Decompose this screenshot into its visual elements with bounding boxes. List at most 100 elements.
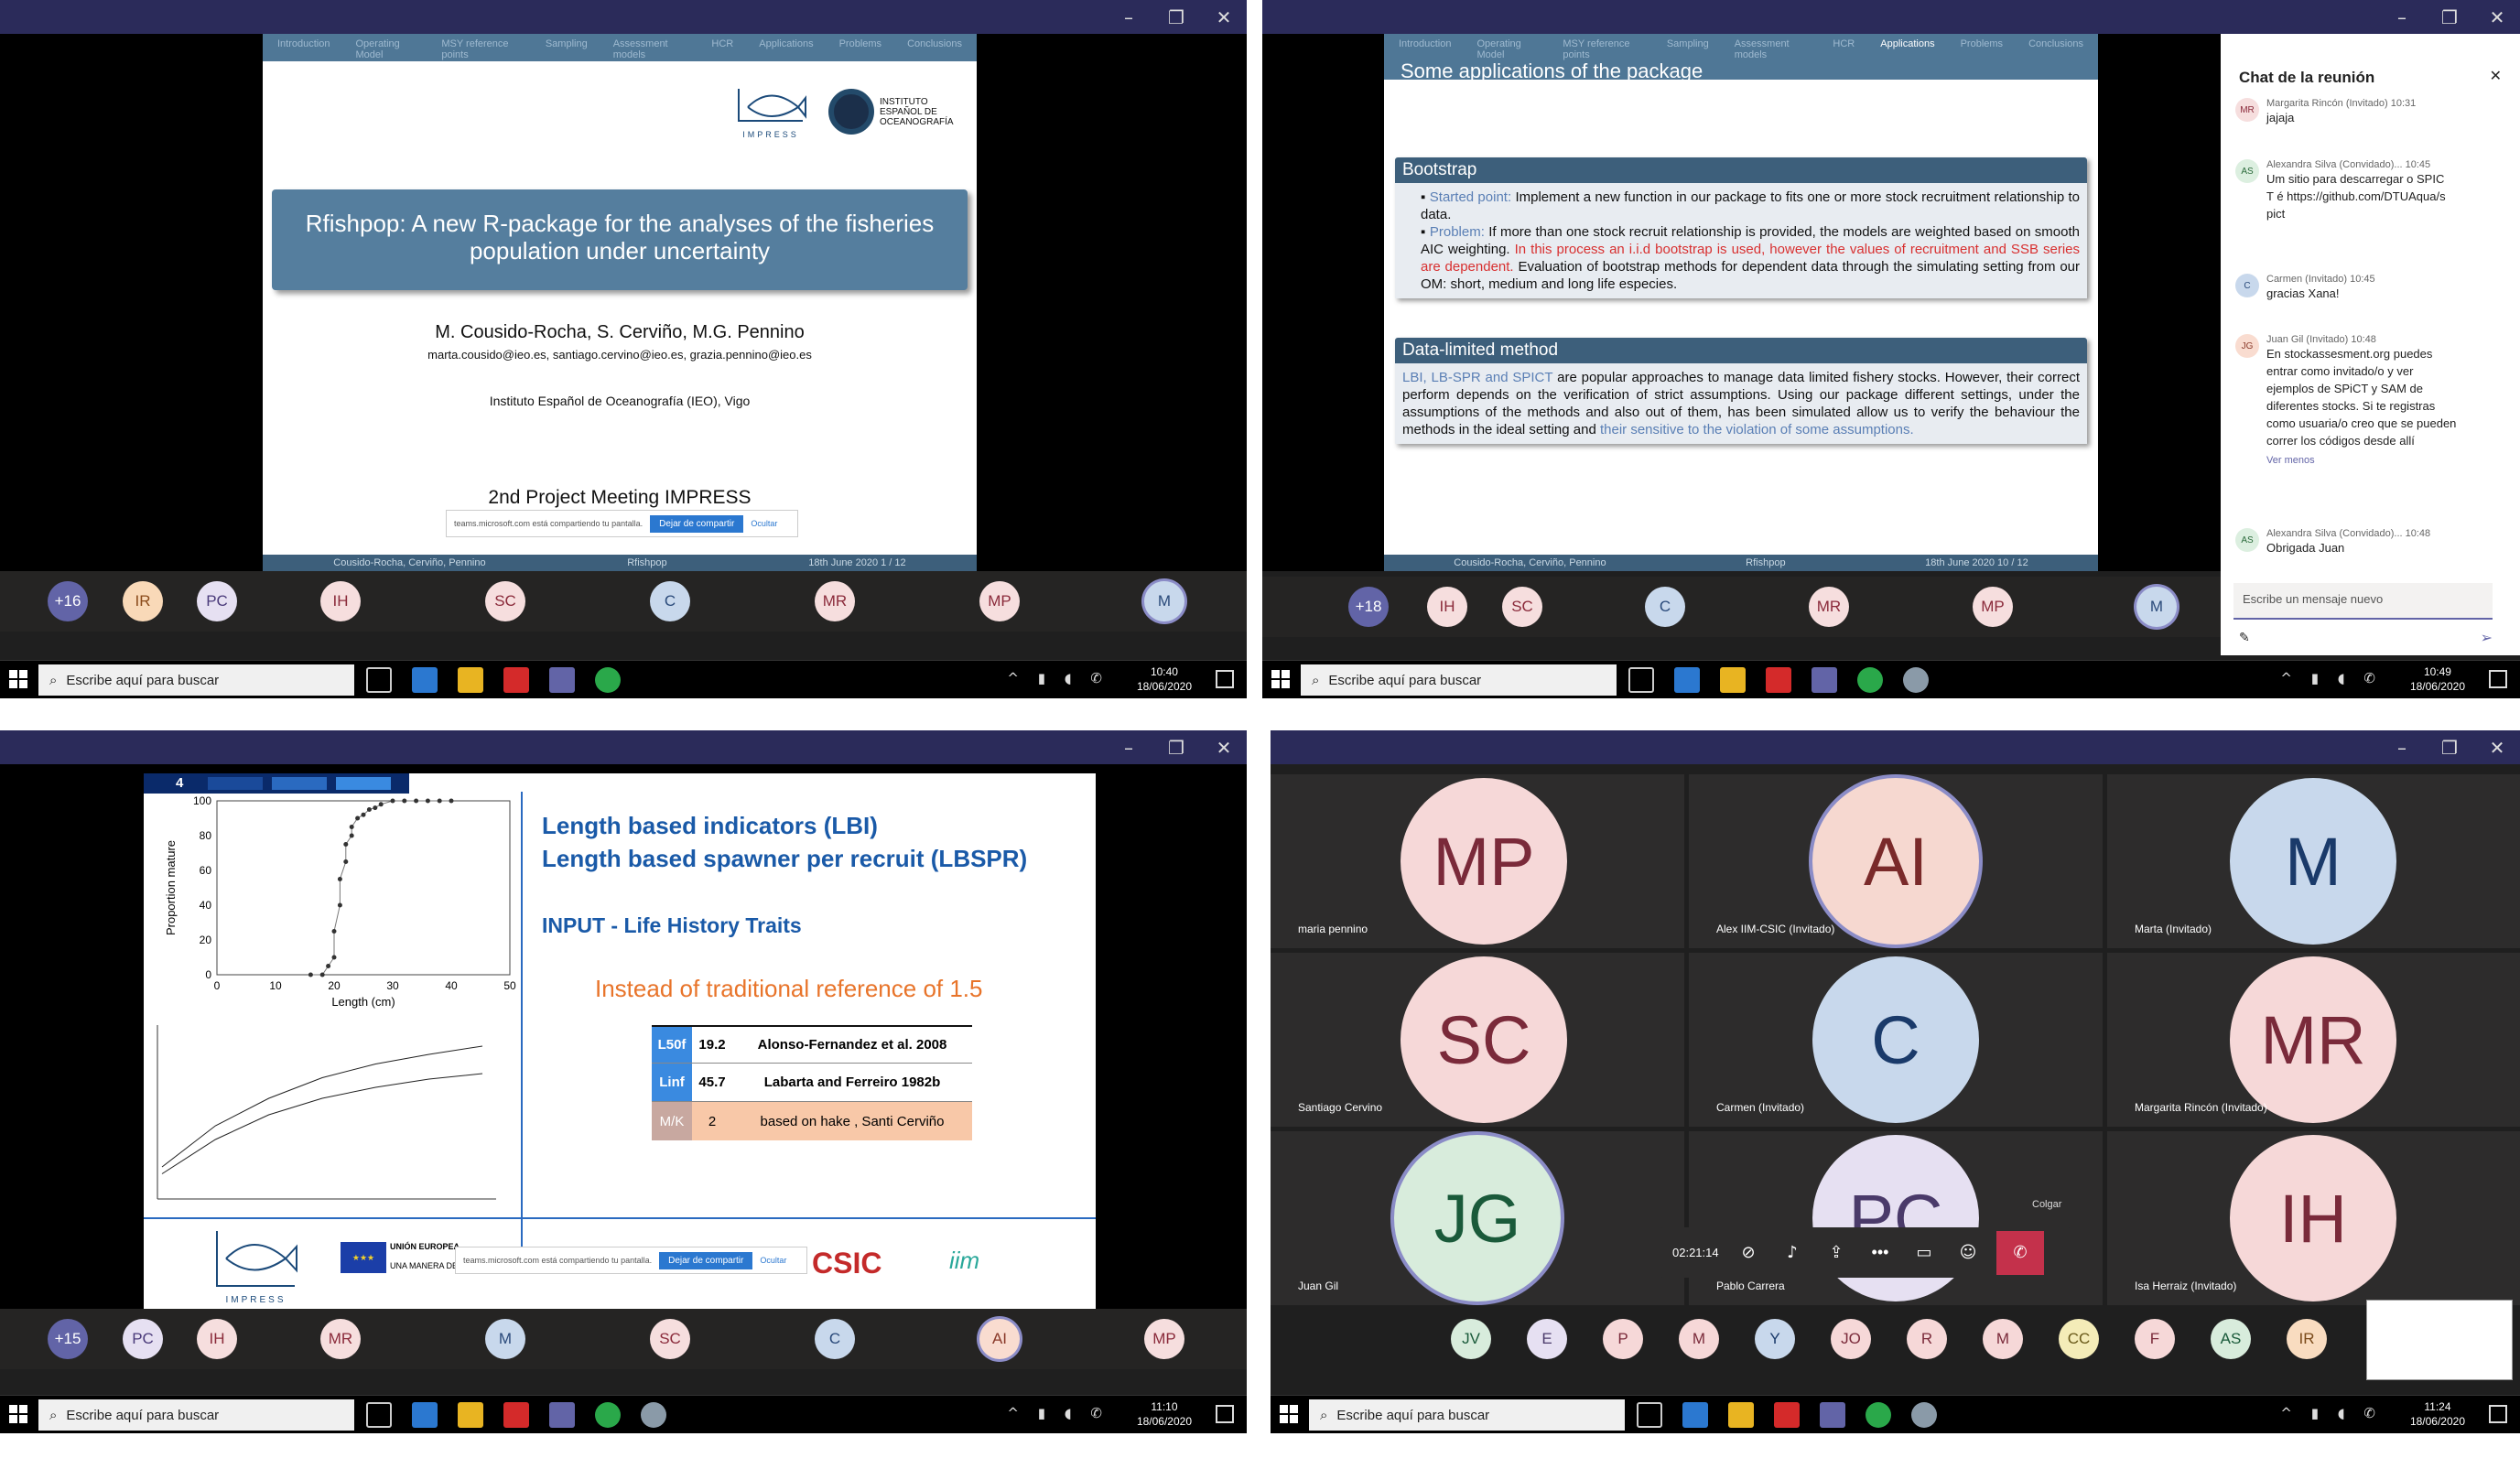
close-icon[interactable]: ✕ — [1208, 6, 1239, 28]
notification-icon[interactable] — [2489, 670, 2507, 688]
participant-tile[interactable]: JG Juan Gil — [1271, 1131, 1684, 1305]
windows-start-icon[interactable] — [1271, 670, 1290, 688]
app-icon[interactable] — [1911, 1402, 1937, 1428]
participant-tile[interactable]: MP maria pennino — [1271, 774, 1684, 948]
participant-tile[interactable]: MR Margarita Rincón (Invitado) — [2107, 953, 2520, 1127]
avatar[interactable]: IR — [123, 581, 163, 621]
pdf-icon[interactable] — [503, 1402, 529, 1428]
avatar[interactable]: CC — [2059, 1319, 2099, 1359]
avatar[interactable]: PC — [197, 581, 237, 621]
camera-off-icon[interactable]: ⊘ — [1733, 1243, 1764, 1262]
avatar[interactable]: F — [2135, 1319, 2175, 1359]
avatar[interactable]: M — [2136, 587, 2177, 627]
see-less-link[interactable]: Ver menos — [2266, 455, 2459, 466]
mic-icon[interactable]: ♪ — [1777, 1243, 1808, 1262]
avatar[interactable]: C — [815, 1319, 855, 1359]
taskview-icon[interactable] — [366, 1402, 392, 1428]
explorer-icon[interactable] — [1728, 1402, 1754, 1428]
avatar[interactable]: R — [1907, 1319, 1947, 1359]
minimize-icon[interactable]: – — [1113, 6, 1144, 28]
windows-start-icon[interactable] — [9, 670, 27, 688]
avatar[interactable]: MP — [979, 581, 1020, 621]
avatar[interactable]: IH — [320, 581, 361, 621]
avatar[interactable]: E — [1527, 1319, 1567, 1359]
avatar[interactable]: JO — [1831, 1319, 1871, 1359]
taskview-icon[interactable] — [1637, 1402, 1662, 1428]
chrome-icon[interactable] — [595, 1402, 621, 1428]
overflow-count[interactable]: +18 — [1348, 587, 1389, 627]
chrome-icon[interactable] — [1866, 1402, 1891, 1428]
minimize-icon[interactable]: – — [2386, 6, 2417, 28]
avatar[interactable]: SC — [485, 581, 525, 621]
avatar[interactable]: M — [1983, 1319, 2023, 1359]
format-icon[interactable]: ✎ — [2239, 631, 2250, 645]
participant-tile[interactable]: C Carmen (Invitado) — [1689, 953, 2103, 1127]
participant-tile[interactable]: PC Pablo Carrera — [1689, 1131, 2103, 1305]
avatar[interactable]: SC — [650, 1319, 690, 1359]
participant-tile[interactable]: IH Isa Herraiz (Invitado) — [2107, 1131, 2520, 1305]
participant-tile[interactable]: SC Santiago Cervino — [1271, 953, 1684, 1127]
avatar[interactable]: PC — [123, 1319, 163, 1359]
avatar[interactable]: IR — [2287, 1319, 2327, 1359]
notification-icon[interactable] — [2489, 1405, 2507, 1423]
avatar[interactable]: Y — [1755, 1319, 1795, 1359]
more-icon[interactable]: ••• — [1865, 1243, 1896, 1262]
taskbar-search[interactable]: ⌕ Escribe aquí para buscar — [1309, 1399, 1625, 1431]
app-icon[interactable] — [641, 1402, 666, 1428]
avatar[interactable]: M — [485, 1319, 525, 1359]
teams-icon[interactable] — [549, 1402, 575, 1428]
avatar[interactable]: MR — [815, 581, 855, 621]
avatar[interactable]: AI — [979, 1319, 1020, 1359]
avatar[interactable]: MP — [1973, 587, 2013, 627]
explorer-icon[interactable] — [1720, 667, 1746, 693]
taskbar-search[interactable]: ⌕ Escribe aquí para buscar — [38, 664, 354, 696]
overflow-count[interactable]: +15 — [48, 1319, 88, 1359]
hide-button[interactable]: Ocultar — [760, 1256, 786, 1265]
maximize-icon[interactable]: ❐ — [1161, 737, 1192, 759]
self-preview[interactable] — [2366, 1300, 2513, 1380]
share-icon[interactable]: ⇪ — [1821, 1243, 1852, 1262]
pdf-icon[interactable] — [503, 667, 529, 693]
avatar[interactable]: P — [1603, 1319, 1643, 1359]
send-icon[interactable]: ➢ — [2481, 629, 2493, 646]
windows-start-icon[interactable] — [9, 1405, 27, 1423]
avatar[interactable]: C — [650, 581, 690, 621]
explorer-icon[interactable] — [458, 667, 483, 693]
hangup-button[interactable]: ✆ — [1996, 1230, 2044, 1275]
hide-button[interactable]: Ocultar — [751, 519, 777, 528]
chrome-icon[interactable] — [1857, 667, 1883, 693]
avatar[interactable]: SC — [1502, 587, 1542, 627]
minimize-icon[interactable]: – — [1113, 737, 1144, 759]
maximize-icon[interactable]: ❐ — [2434, 737, 2465, 759]
taskview-icon[interactable] — [366, 667, 392, 693]
participant-tile[interactable]: M Marta (Invitado) — [2107, 774, 2520, 948]
compose-box[interactable]: Escribe un mensaje nuevo — [2233, 583, 2493, 620]
teams-icon[interactable] — [1820, 1402, 1845, 1428]
taskbar-search[interactable]: ⌕ Escribe aquí para buscar — [1301, 664, 1617, 696]
edge-icon[interactable] — [1682, 1402, 1708, 1428]
stop-sharing-button[interactable]: Dejar de compartir — [659, 1251, 753, 1269]
avatar[interactable]: IH — [197, 1319, 237, 1359]
avatar[interactable]: M — [1144, 581, 1184, 621]
avatar[interactable]: IH — [1427, 587, 1467, 627]
close-icon[interactable]: ✕ — [1208, 737, 1239, 759]
participants-icon[interactable]: ☺ — [1952, 1243, 1984, 1262]
avatar[interactable]: AS — [2211, 1319, 2251, 1359]
pdf-icon[interactable] — [1766, 667, 1791, 693]
taskview-icon[interactable] — [1628, 667, 1654, 693]
edge-icon[interactable] — [412, 1402, 438, 1428]
overflow-count[interactable]: +16 — [48, 581, 88, 621]
app-icon[interactable] — [1903, 667, 1929, 693]
teams-icon[interactable] — [1812, 667, 1837, 693]
stop-sharing-button[interactable]: Dejar de compartir — [650, 514, 744, 533]
maximize-icon[interactable]: ❐ — [1161, 6, 1192, 28]
windows-start-icon[interactable] — [1280, 1405, 1298, 1423]
edge-icon[interactable] — [412, 667, 438, 693]
avatar[interactable]: MR — [320, 1319, 361, 1359]
chrome-icon[interactable] — [595, 667, 621, 693]
notification-icon[interactable] — [1216, 670, 1234, 688]
minimize-icon[interactable]: – — [2386, 737, 2417, 759]
close-chat-icon[interactable]: ✕ — [2490, 67, 2502, 84]
participant-tile[interactable]: AI Alex IIM-CSIC (Invitado) — [1689, 774, 2103, 948]
teams-icon[interactable] — [549, 667, 575, 693]
